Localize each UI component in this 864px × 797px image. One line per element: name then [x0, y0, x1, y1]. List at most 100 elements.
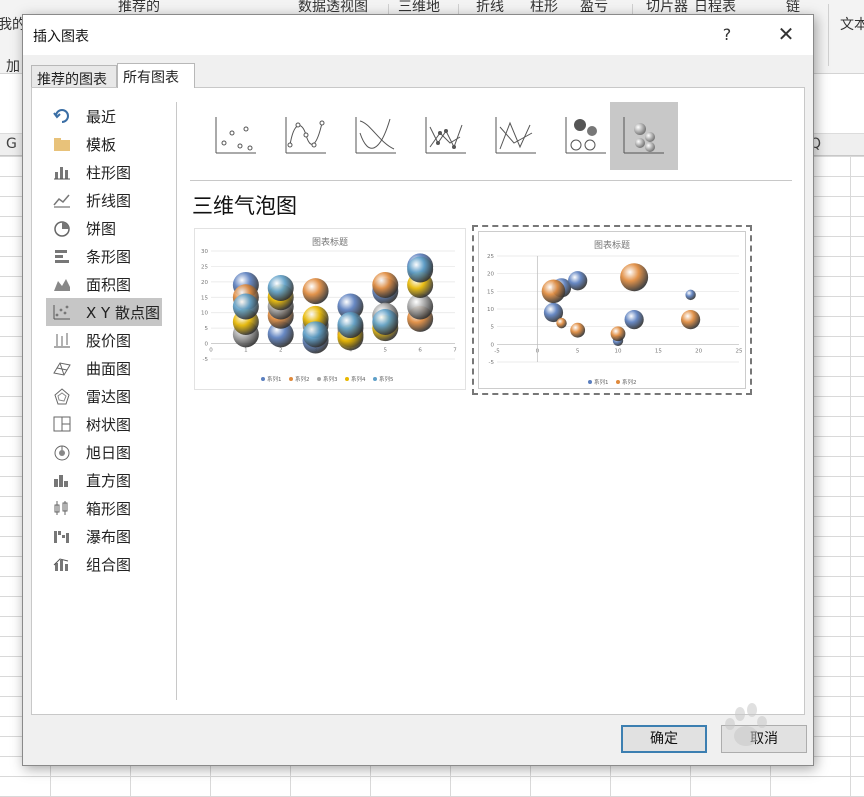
scatter-smooth-markers-icon[interactable] [272, 102, 340, 170]
subtype-title: 三维气泡图 [192, 194, 297, 218]
sidebar-item[interactable]: X Y 散点图 [46, 298, 162, 326]
bubble-point [570, 322, 586, 338]
sidebar-item-label: 折线图 [86, 191, 132, 210]
y-tick-label: 10 [487, 307, 494, 313]
sidebar-item[interactable]: 最近 [46, 102, 176, 130]
y-tick-label: 10 [201, 311, 208, 317]
sidebar-item[interactable]: 树状图 [46, 410, 176, 438]
x-tick-label: 2 [279, 348, 283, 354]
sidebar-item[interactable]: 柱形图 [46, 158, 176, 186]
bubble-point [232, 293, 259, 320]
y-tick-label: 25 [487, 254, 494, 260]
y-tick-label: 5 [491, 325, 495, 331]
ok-button[interactable]: 确定 [621, 725, 707, 753]
sidebar-item[interactable]: 面积图 [46, 270, 176, 298]
bubble-point [610, 326, 626, 342]
help-button[interactable]: ? [715, 23, 739, 47]
sidebar-item[interactable]: 饼图 [46, 214, 176, 242]
tab-panel: 最近模板 柱形图折线图饼图条形图面积图 X Y 散点图 股价图曲面图 雷达图树状图旭日图… [31, 87, 805, 715]
bubble-point [267, 275, 294, 302]
bubble-point [568, 271, 588, 291]
y-tick-label: 15 [201, 295, 208, 301]
legend-marker [373, 377, 377, 381]
legend-label: 系列2 [295, 375, 310, 383]
bubble-point [337, 312, 364, 339]
y-tick-label: 15 [487, 289, 494, 295]
ribbon-button[interactable]: 文本 [840, 14, 864, 34]
bubble-chart: -505101520253001234567系列1系列2系列3系列4系列5 [201, 249, 457, 383]
tab-recommended[interactable]: 推荐的图表 [31, 65, 117, 88]
bubble-point [407, 256, 434, 283]
sidebar-item-label: 箱形图 [86, 499, 132, 518]
column-header[interactable]: G [6, 136, 17, 152]
sidebar-item[interactable]: 直方图 [46, 466, 176, 494]
y-tick-label: 20 [487, 272, 494, 278]
sidebar-item[interactable]: 组合图 [46, 550, 176, 578]
bubble-point [372, 271, 399, 298]
chart-preview-1[interactable]: 图表标题 -505101520253001234567系列1系列2系列3系列4系… [194, 228, 466, 390]
scatter-straight-icon[interactable] [482, 102, 550, 170]
pie-chart-icon [52, 219, 72, 237]
stock-chart-icon [52, 331, 72, 349]
chart-preview-2[interactable]: 图表标题 -50510152025-50510152025系列1系列2 [472, 225, 752, 395]
bubble-3d-icon[interactable] [610, 102, 678, 170]
sidebar-item[interactable]: 条形图 [46, 242, 176, 270]
sidebar-item-label: 股价图 [86, 331, 132, 350]
divider [176, 102, 177, 700]
y-tick-label: 20 [201, 280, 208, 286]
combo-chart-icon [52, 555, 72, 573]
x-tick-label: 5 [384, 348, 388, 354]
sidebar-item[interactable]: 曲面图 [46, 354, 176, 382]
ribbon-text: 加 [6, 59, 20, 74]
legend-label: 系列1 [267, 375, 282, 383]
sidebar-item[interactable]: 折线图 [46, 186, 176, 214]
bubble-point [541, 279, 566, 304]
scatter-straight-markers-icon[interactable] [412, 102, 480, 170]
sidebar-item[interactable]: 旭日图 [46, 438, 176, 466]
y-tick-label: -5 [489, 360, 495, 366]
sidebar-item-label: 面积图 [86, 275, 132, 294]
dialog-titlebar[interactable]: 插入图表 ? ✕ [23, 15, 813, 55]
legend-label: 系列4 [351, 375, 366, 383]
sidebar-item-label: 瀑布图 [86, 527, 132, 546]
sidebar-item-label: 树状图 [86, 415, 132, 434]
chart-preview-frame: 图表标题 -50510152025-50510152025系列1系列2 [478, 231, 746, 389]
x-tick-label: 20 [695, 348, 702, 354]
sidebar-item-label: 组合图 [86, 555, 132, 574]
sidebar-item[interactable]: 雷达图 [46, 382, 176, 410]
sidebar-item-label: 饼图 [86, 219, 117, 238]
legend-label: 系列5 [379, 375, 394, 383]
sidebar-item-label: X Y 散点图 [86, 303, 160, 322]
scatter-smooth-icon[interactable] [342, 102, 410, 170]
x-tick-label: 5 [576, 348, 580, 354]
column-chart-icon [52, 163, 72, 181]
y-tick-label: -5 [203, 357, 209, 363]
x-tick-label: 7 [453, 348, 457, 354]
sidebar-item-label: 最近 [86, 107, 117, 126]
treemap-icon [52, 415, 72, 433]
bubble-point [681, 310, 701, 330]
x-tick-label: 6 [418, 348, 422, 354]
bubble-point [556, 317, 567, 329]
folder-icon [52, 135, 72, 153]
close-button[interactable]: ✕ [773, 21, 799, 47]
legend-label: 系列3 [323, 375, 338, 383]
x-tick-label: 0 [209, 348, 213, 354]
tab-all-charts[interactable]: 所有图表 [117, 63, 195, 88]
legend-marker [289, 377, 293, 381]
surface-chart-icon [52, 359, 72, 377]
insert-chart-dialog: 插入图表 ? ✕ 推荐的图表 所有图表 最近模板 柱形图折线图饼图条形图面积图 X … [22, 14, 814, 766]
line-chart-icon [52, 191, 72, 209]
scatter-icon[interactable] [202, 102, 270, 170]
bubble-point [302, 321, 329, 348]
legend-marker [616, 380, 620, 384]
sidebar-item[interactable]: 瀑布图 [46, 522, 176, 550]
chart-subtype-row [190, 100, 800, 172]
sidebar-item-label: 旭日图 [86, 443, 132, 462]
sidebar-item[interactable]: 箱形图 [46, 494, 176, 522]
bar-chart-icon [52, 247, 72, 265]
sidebar-item[interactable]: 股价图 [46, 326, 176, 354]
sunburst-icon [52, 443, 72, 461]
sidebar-item[interactable]: 模板 [46, 130, 176, 158]
divider [190, 180, 792, 181]
